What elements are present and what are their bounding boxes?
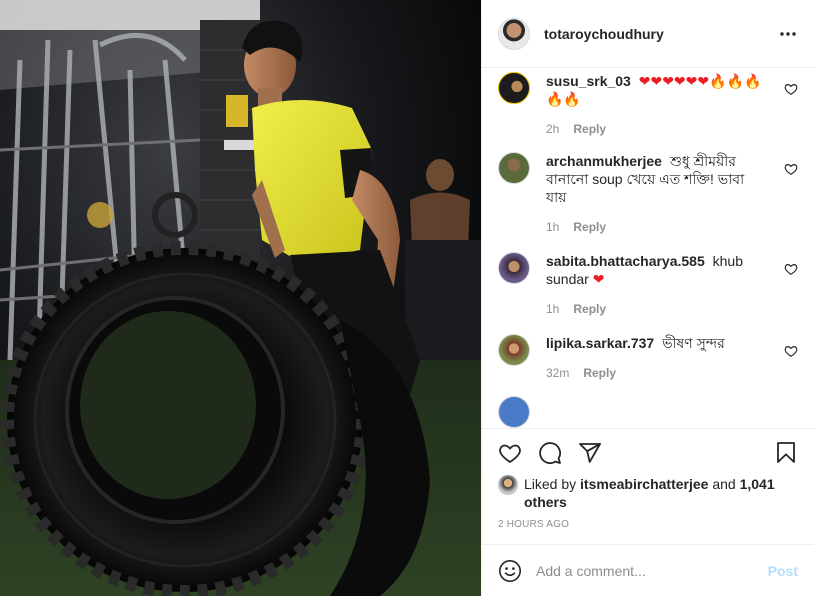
comment-time: 32m — [546, 366, 570, 380]
commenter-username[interactable]: sabita.bhattacharya.585 — [546, 253, 705, 269]
comment-like-icon[interactable] — [784, 82, 798, 96]
like-heart-icon[interactable] — [498, 441, 522, 465]
comment-item: susu_srk_03 ❤❤❤❤❤❤🔥🔥🔥🔥🔥 2h Reply — [498, 70, 800, 136]
commenter-username[interactable]: lipika.sarkar.737 — [546, 335, 654, 351]
commenter-username[interactable]: susu_srk_03 — [546, 73, 631, 89]
comment-bubble-icon[interactable] — [538, 441, 562, 465]
reply-button[interactable]: Reply — [573, 122, 606, 136]
more-options-icon[interactable] — [776, 22, 800, 46]
post-comment-button[interactable]: Post — [768, 563, 798, 579]
comment-meta: 1h Reply — [546, 302, 766, 316]
comment-body: archanmukherjee শুধু শ্রীময়ীর বানানো so… — [546, 152, 800, 234]
comment-like-icon[interactable] — [784, 344, 798, 358]
comment-time: 2h — [546, 122, 560, 136]
comment-time: 1h — [546, 302, 560, 316]
add-comment-bar: Post — [482, 544, 814, 596]
commenter-avatar[interactable] — [498, 72, 530, 104]
author-username[interactable]: totaroychoudhury — [544, 26, 776, 42]
comment-item: lipika.sarkar.737 ভীষণ সুন্দর 32m Reply — [498, 332, 800, 380]
comment-item: sabita.bhattacharya.585 khub sundar ❤ 1h… — [498, 250, 800, 316]
post-header: totaroychoudhury — [482, 0, 814, 68]
commenter-avatar[interactable] — [498, 152, 530, 184]
comment-meta: 2h Reply — [546, 122, 766, 136]
comment-body: lipika.sarkar.737 ভীষণ সুন্দর 32m Reply — [546, 334, 800, 380]
likes-summary: Liked by itsmeabirchatterjee and 1,041 o… — [498, 475, 798, 511]
likes-and: and — [712, 476, 736, 492]
share-plane-icon[interactable] — [578, 441, 602, 465]
add-comment-input[interactable] — [536, 562, 768, 579]
bookmark-icon[interactable] — [774, 441, 798, 465]
comment-item-partial — [498, 394, 800, 428]
reply-button[interactable]: Reply — [573, 302, 606, 316]
comment-body: sabita.bhattacharya.585 khub sundar ❤ 1h… — [546, 252, 800, 316]
instagram-post-modal: totaroychoudhury susu_srk_03 ❤❤❤❤❤❤🔥🔥🔥🔥🔥 — [0, 0, 814, 596]
post-timestamp[interactable]: 2 HOURS AGO — [498, 519, 798, 530]
comment-like-icon[interactable] — [784, 262, 798, 276]
heart-emoji: ❤ — [592, 271, 605, 287]
comment-item: archanmukherjee শুধু শ্রীময়ীর বানানো so… — [498, 150, 800, 234]
commenter-avatar[interactable] — [498, 252, 530, 284]
action-bar — [498, 433, 798, 473]
gym-tire-photo — [0, 0, 481, 596]
reply-button[interactable]: Reply — [583, 366, 616, 380]
comment-text: ভীষণ সুন্দর — [662, 335, 725, 351]
comment-like-icon[interactable] — [784, 162, 798, 176]
commenter-avatar[interactable] — [498, 396, 530, 428]
comment-meta: 1h Reply — [546, 220, 766, 234]
post-side-panel: totaroychoudhury susu_srk_03 ❤❤❤❤❤❤🔥🔥🔥🔥🔥 — [481, 0, 814, 596]
liker-username[interactable]: itsmeabirchatterjee — [580, 476, 708, 492]
post-photo — [0, 0, 481, 596]
reply-button[interactable]: Reply — [573, 220, 606, 234]
emoji-smiley-icon[interactable] — [498, 559, 522, 583]
comment-time: 1h — [546, 220, 560, 234]
commenter-username[interactable]: archanmukherjee — [546, 153, 662, 169]
liker-avatar[interactable] — [498, 475, 518, 495]
comment-body: susu_srk_03 ❤❤❤❤❤❤🔥🔥🔥🔥🔥 2h Reply — [546, 72, 800, 136]
liked-by-prefix: Liked by — [524, 476, 577, 492]
post-actions-section: Liked by itsmeabirchatterjee and 1,041 o… — [482, 428, 814, 544]
author-avatar[interactable] — [498, 17, 530, 50]
commenter-avatar[interactable] — [498, 334, 530, 366]
comment-meta: 32m Reply — [546, 366, 766, 380]
comments-list: susu_srk_03 ❤❤❤❤❤❤🔥🔥🔥🔥🔥 2h Reply archanm… — [482, 68, 814, 428]
